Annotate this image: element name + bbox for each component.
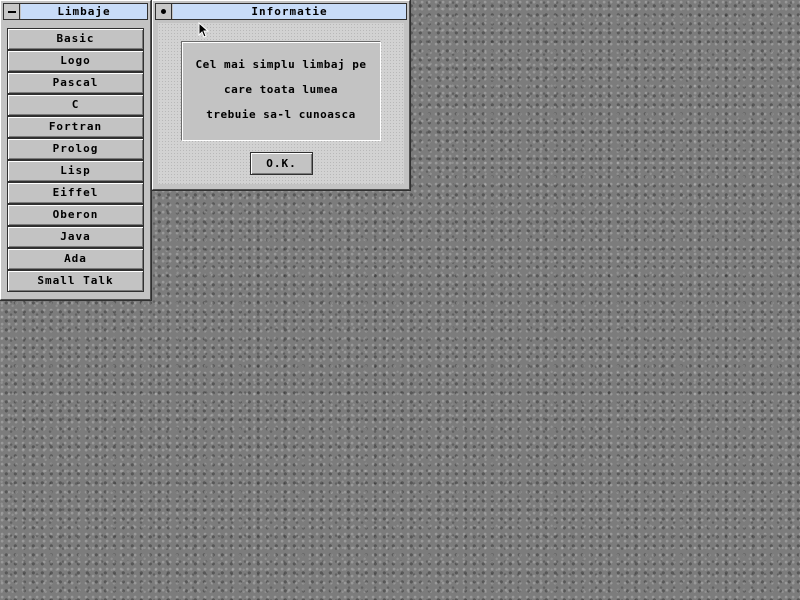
language-button-eiffel[interactable]: Eiffel [7,182,144,204]
language-button-lisp[interactable]: Lisp [7,160,144,182]
languages-titlebar[interactable]: Limbaje [3,3,148,20]
info-window: Informatie Cel mai simplu limbaj pe care… [151,0,411,191]
desktop: { "desktop": { "background": "#7c7c7c" }… [0,0,800,600]
language-button-c[interactable]: C [7,94,144,116]
language-button-fortran[interactable]: Fortran [7,116,144,138]
arrow-cursor-icon [198,22,210,38]
language-button-oberon[interactable]: Oberon [7,204,144,226]
info-window-title: Informatie [173,4,406,19]
language-button-logo[interactable]: Logo [7,50,144,72]
info-titlebar[interactable]: Informatie [155,3,407,20]
language-button-java[interactable]: Java [7,226,144,248]
language-button-pascal[interactable]: Pascal [7,72,144,94]
message-line-3: trebuie sa-l cunoasca [206,108,356,121]
info-window-body: Cel mai simplu limbaj pe care toata lume… [158,23,404,184]
language-button-ada[interactable]: Ada [7,248,144,270]
message-panel: Cel mai simplu limbaj pe care toata lume… [181,41,381,141]
message-line-2: care toata lumea [224,83,338,96]
language-button-basic[interactable]: Basic [7,28,144,50]
language-button-prolog[interactable]: Prolog [7,138,144,160]
languages-window: Limbaje Basic Logo Pascal C Fortran Prol… [0,0,152,301]
dot-icon[interactable] [156,4,172,19]
languages-list: Basic Logo Pascal C Fortran Prolog Lisp … [7,28,144,292]
minus-icon[interactable] [4,4,20,19]
message-line-1: Cel mai simplu limbaj pe [195,58,367,71]
ok-button[interactable]: O.K. [250,152,313,175]
languages-window-title: Limbaje [21,4,147,19]
language-button-small-talk[interactable]: Small Talk [7,270,144,292]
